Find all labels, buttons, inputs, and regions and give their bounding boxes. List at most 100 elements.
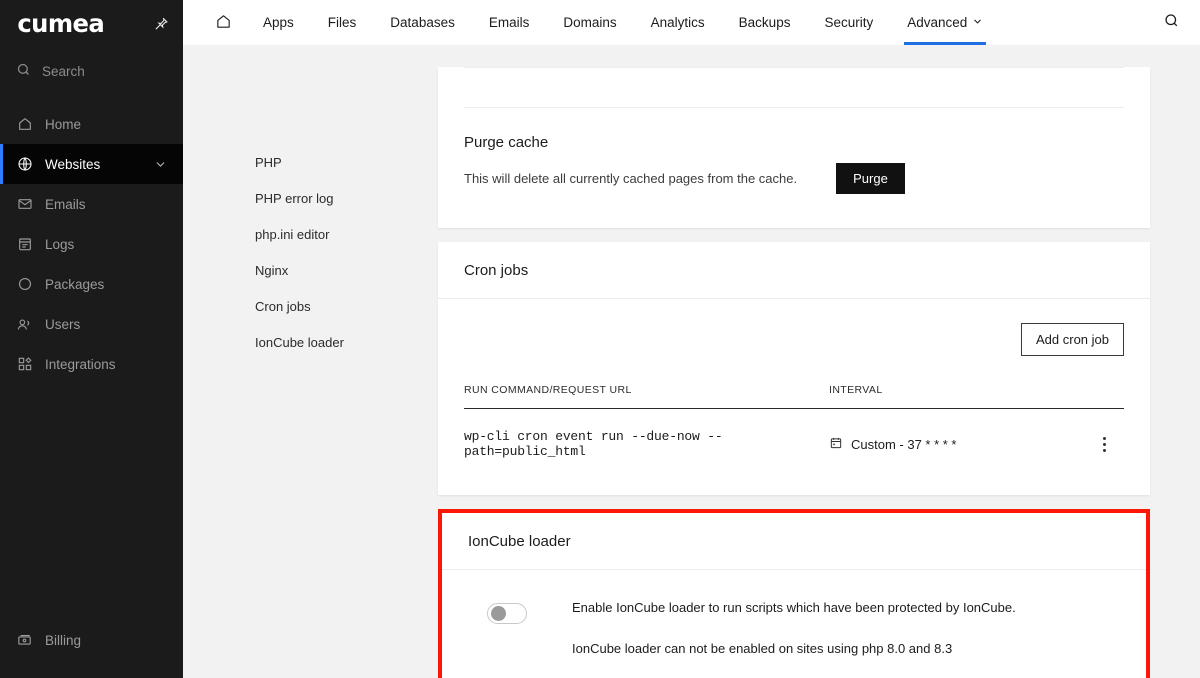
column-header-actions [1084, 384, 1124, 409]
tab-security[interactable]: Security [807, 0, 890, 45]
tab-label: Databases [390, 15, 455, 30]
column-header-interval: INTERVAL [829, 384, 1084, 409]
table-row: wp-cli cron event run --due-now --path=p… [464, 409, 1124, 460]
cron-jobs-toolbar: Add cron job [464, 323, 1124, 356]
cron-table-header-row: RUN COMMAND/REQUEST URL INTERVAL [464, 384, 1124, 409]
chevron-down-icon [972, 15, 983, 30]
sidebar-item-label: Emails [45, 196, 86, 212]
section-toc: PHP PHP error log php.ini editor Nginx C… [183, 45, 438, 678]
purge-cache-heading: Purge cache [464, 134, 549, 151]
cron-interval-label: Custom - 37 * * * * [851, 436, 957, 452]
tab-databases[interactable]: Databases [373, 0, 472, 45]
topnav-home[interactable] [207, 0, 246, 45]
envelope-icon [16, 196, 33, 213]
tab-advanced[interactable]: Advanced [890, 0, 1000, 45]
pin-icon[interactable] [154, 16, 169, 31]
tab-analytics[interactable]: Analytics [634, 0, 722, 45]
circle-icon [16, 276, 33, 293]
ioncube-loader-card: IonCube loader Enable IonCube loader to … [438, 509, 1150, 678]
sidebar: cumea Search Home Websites Emails Logs P… [0, 0, 183, 678]
global-search-button[interactable] [1163, 12, 1180, 34]
add-cron-job-button[interactable]: Add cron job [1021, 323, 1124, 356]
cron-row-command: wp-cli cron event run --due-now --path=p… [464, 429, 723, 459]
sidebar-item-logs[interactable]: Logs [0, 224, 183, 264]
sidebar-search-label: Search [42, 63, 85, 79]
ioncube-descriptions: Enable IonCube loader to run scripts whi… [572, 600, 1016, 656]
ioncube-enable-toggle[interactable] [487, 603, 527, 624]
chevron-down-icon[interactable] [154, 158, 167, 171]
cron-table-body: wp-cli cron event run --due-now --path=p… [464, 409, 1124, 460]
content-area: PHP PHP error log php.ini editor Nginx C… [183, 45, 1200, 678]
sidebar-nav: Home Websites Emails Logs Packages Users… [0, 104, 183, 384]
cron-table-head: RUN COMMAND/REQUEST URL INTERVAL [464, 384, 1124, 409]
sidebar-search[interactable]: Search [0, 50, 183, 92]
sidebar-item-label: Integrations [45, 356, 116, 372]
users-icon [16, 316, 33, 333]
tab-label: Backups [738, 15, 791, 30]
toggle-knob [491, 606, 506, 621]
globe-icon [16, 156, 33, 173]
toc-item-nginx[interactable]: Nginx [255, 263, 438, 278]
app-logo[interactable]: cumea [17, 11, 104, 36]
top-navbar: Apps Files Databases Emails Domains Anal… [183, 0, 1200, 45]
tab-label: Apps [263, 15, 294, 30]
toc-item-php[interactable]: PHP [255, 155, 438, 170]
purge-cache-body: Purge cache This will delete all current… [438, 108, 1150, 228]
tab-apps[interactable]: Apps [246, 0, 311, 45]
cron-row-interval: Custom - 37 * * * * [829, 409, 1084, 460]
tab-label: Analytics [650, 15, 705, 30]
tab-label: Advanced [907, 15, 968, 30]
sidebar-header: cumea [0, 0, 183, 46]
home-icon [16, 116, 33, 133]
tab-domains[interactable]: Domains [546, 0, 633, 45]
toc-item-php-error-log[interactable]: PHP error log [255, 191, 438, 206]
calendar-list-icon [16, 236, 33, 253]
search-icon [16, 62, 31, 80]
cron-jobs-title: Cron jobs [438, 242, 1150, 299]
sidebar-item-label: Users [45, 316, 81, 332]
sidebar-item-users[interactable]: Users [0, 304, 183, 344]
app-root: cumea Search Home Websites Emails Logs P… [0, 0, 1200, 678]
cards-panel: Purge cache This will delete all current… [438, 45, 1200, 678]
tab-backups[interactable]: Backups [722, 0, 808, 45]
calendar-icon [829, 436, 843, 453]
tab-label: Domains [563, 15, 617, 30]
sidebar-item-label: Billing [45, 632, 82, 648]
tab-emails[interactable]: Emails [472, 0, 547, 45]
top-nav-items: Apps Files Databases Emails Domains Anal… [207, 0, 1000, 45]
sidebar-item-emails[interactable]: Emails [0, 184, 183, 224]
sidebar-item-integrations[interactable]: Integrations [0, 344, 183, 384]
sidebar-item-packages[interactable]: Packages [0, 264, 183, 304]
sidebar-item-billing[interactable]: Billing [0, 620, 183, 660]
kebab-menu-icon[interactable] [1084, 436, 1124, 452]
sidebar-item-label: Packages [45, 276, 105, 292]
ioncube-body: Enable IonCube loader to run scripts whi… [442, 570, 1146, 678]
purge-cache-row: This will delete all currently cached pa… [464, 163, 1124, 194]
tab-label: Files [327, 15, 357, 30]
cron-row-actions [1084, 409, 1124, 460]
toc-item-ioncube-loader[interactable]: IonCube loader [255, 335, 438, 350]
grid-shapes-icon [16, 356, 33, 373]
tab-label: Security [824, 15, 874, 30]
purge-button[interactable]: Purge [836, 163, 905, 194]
column-header-command: RUN COMMAND/REQUEST URL [464, 384, 829, 409]
billing-icon [16, 632, 33, 649]
sidebar-item-label: Home [45, 116, 82, 132]
card-divider [464, 67, 1124, 68]
toc-item-php-ini-editor[interactable]: php.ini editor [255, 227, 438, 242]
sidebar-item-home[interactable]: Home [0, 104, 183, 144]
tab-label: Emails [488, 15, 530, 30]
cron-jobs-table: RUN COMMAND/REQUEST URL INTERVAL wp-cli … [464, 384, 1124, 459]
ioncube-description-primary: Enable IonCube loader to run scripts whi… [572, 600, 1016, 615]
purge-cache-description: This will delete all currently cached pa… [464, 171, 798, 186]
sidebar-footer: Billing [0, 620, 183, 678]
toc-item-cron-jobs[interactable]: Cron jobs [255, 299, 438, 314]
sidebar-item-websites[interactable]: Websites [0, 144, 183, 184]
ioncube-description-secondary: IonCube loader can not be enabled on sit… [572, 641, 953, 656]
purge-cache-card: Purge cache This will delete all current… [438, 67, 1150, 228]
sidebar-item-label: Websites [45, 156, 101, 172]
main-region: Apps Files Databases Emails Domains Anal… [183, 0, 1200, 678]
sidebar-item-label: Logs [45, 236, 75, 252]
cron-jobs-card: Cron jobs Add cron job RUN COMMAND/REQUE… [438, 242, 1150, 495]
tab-files[interactable]: Files [311, 0, 374, 45]
